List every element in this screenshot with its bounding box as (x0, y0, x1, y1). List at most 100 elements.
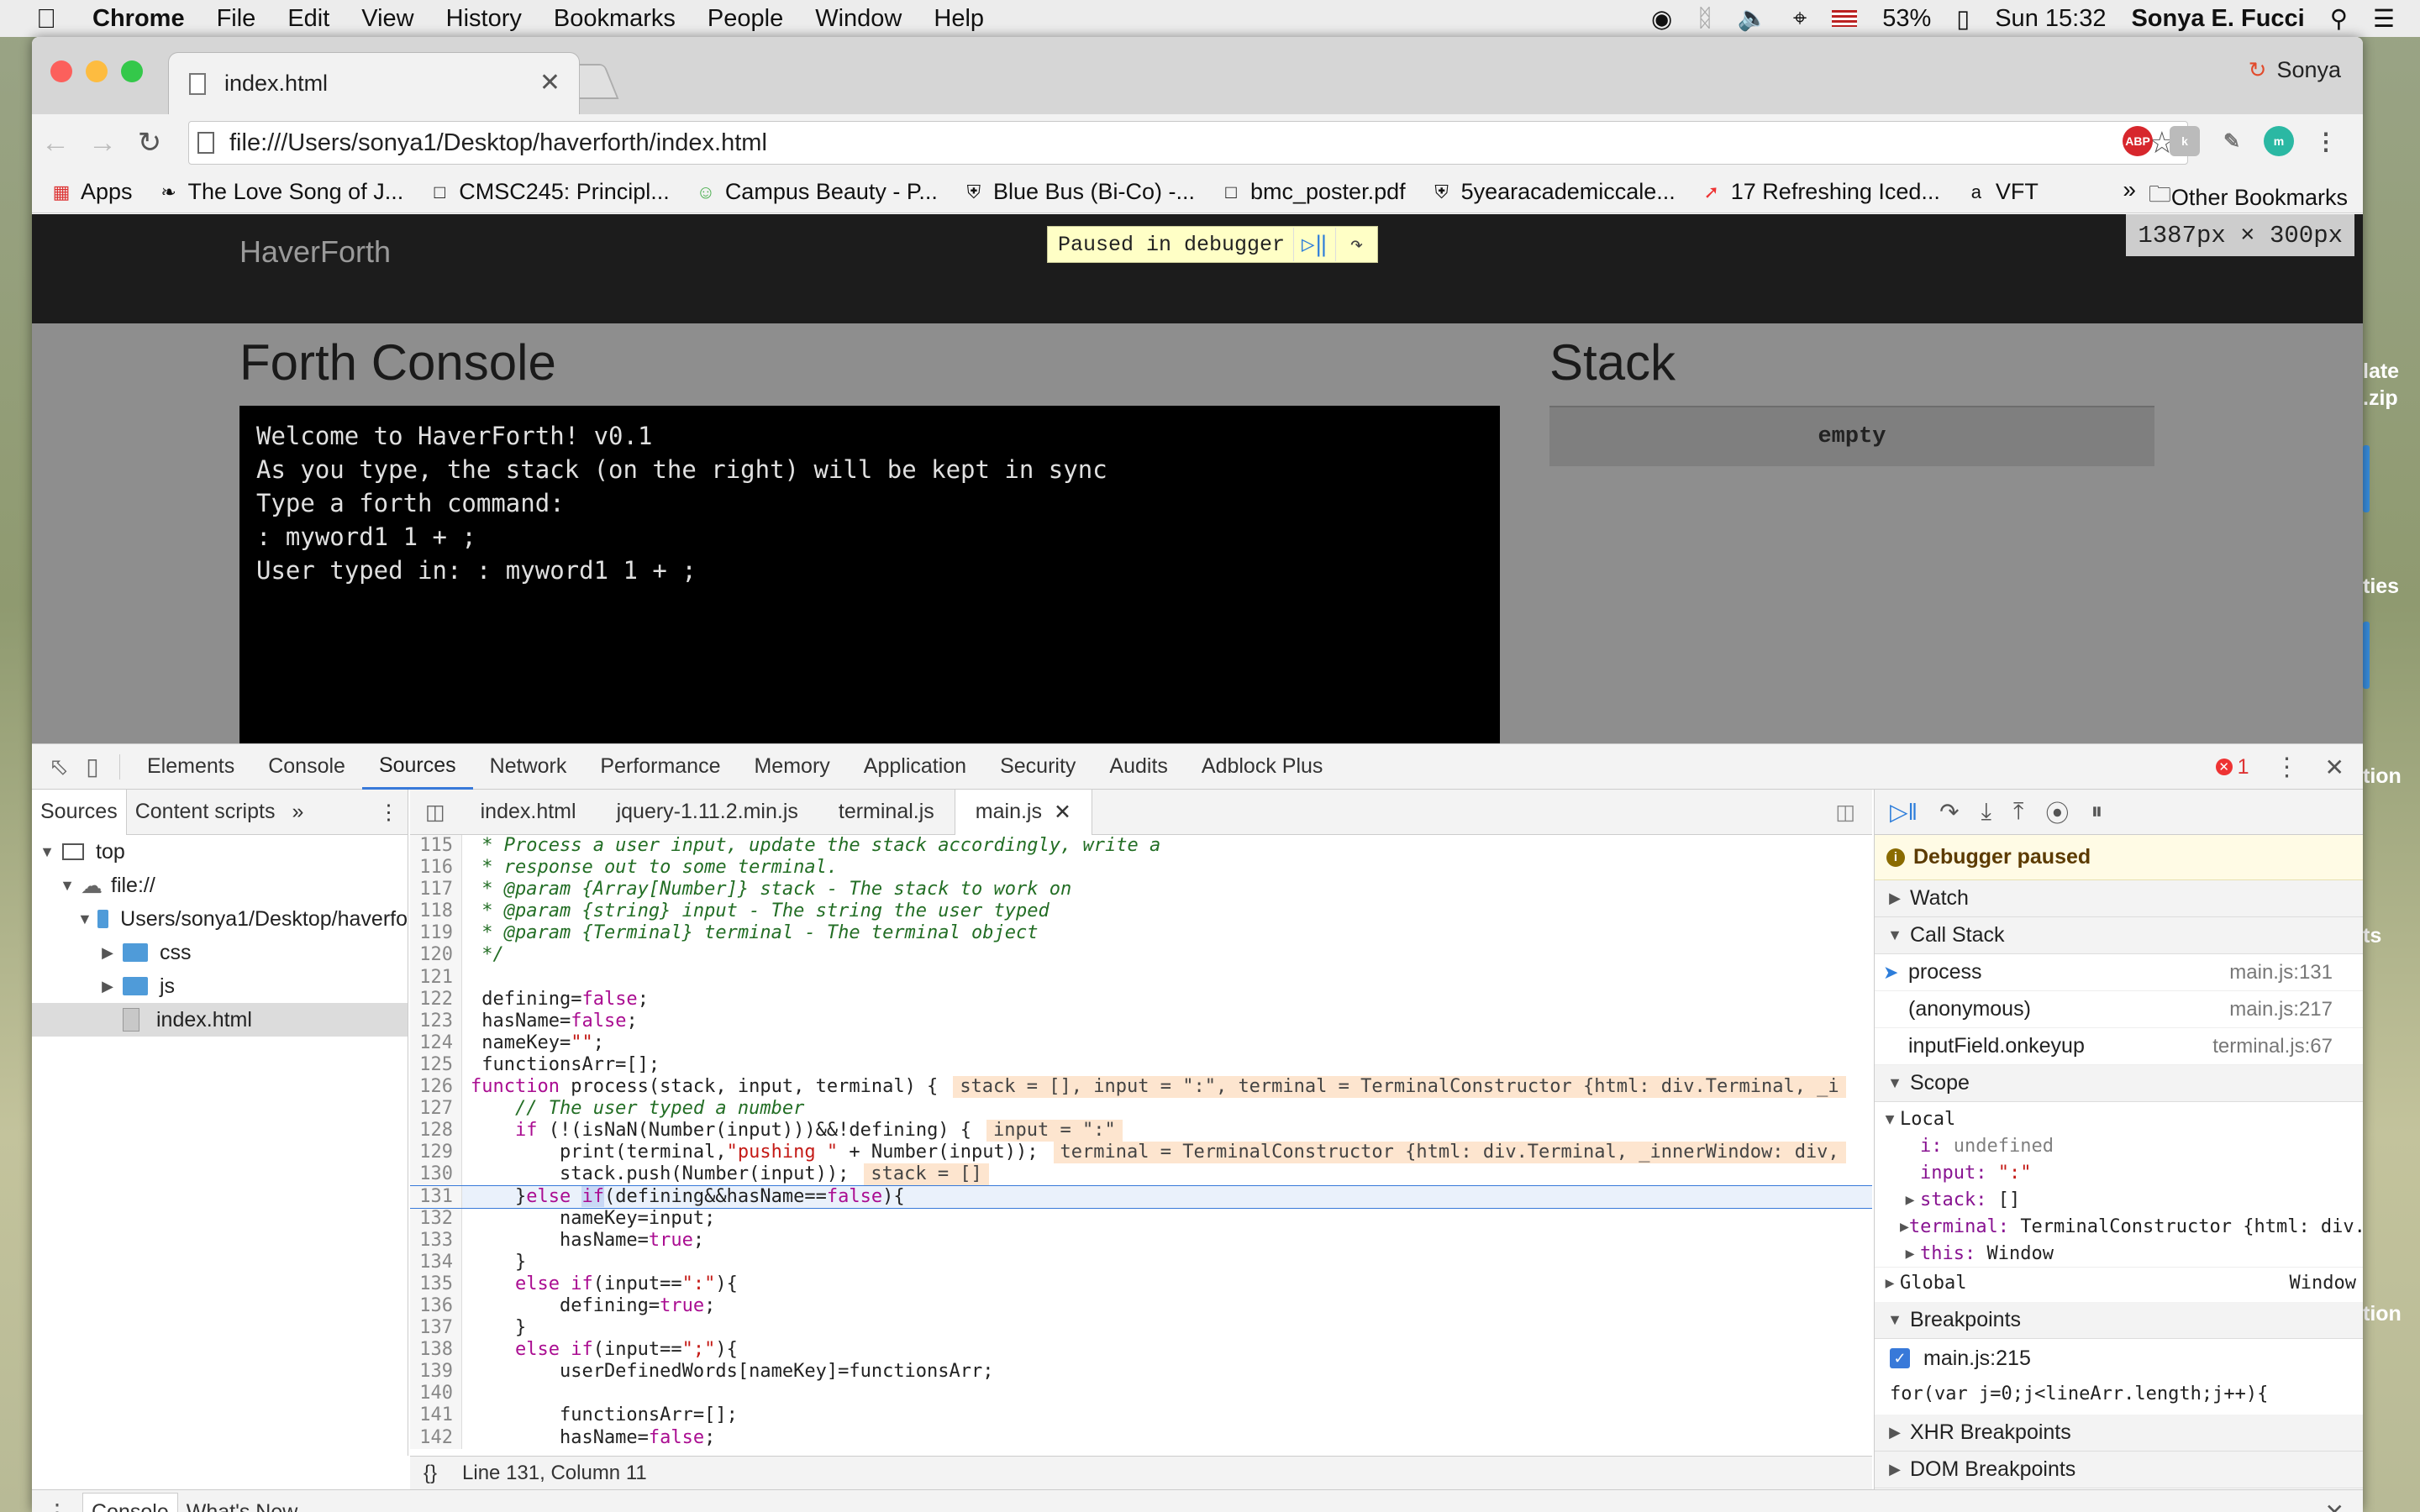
address-bar[interactable]: file:///Users/sonya1/Desktop/haverforth/… (188, 121, 2188, 165)
bookmark-item[interactable]: □ bmc_poster.pdf (1220, 179, 1405, 205)
more-tabs-icon[interactable]: » (283, 790, 312, 835)
bookmark-apps[interactable]: ▦ Apps (50, 179, 133, 205)
extension-icon[interactable]: k (2170, 126, 2200, 156)
menu-people[interactable]: People (708, 5, 783, 33)
tab-memory[interactable]: Memory (737, 744, 846, 790)
tree-item-js[interactable]: ▶ js (32, 969, 408, 1003)
tab-adblock-plus[interactable]: Adblock Plus (1185, 744, 1340, 790)
breakpoint-entry[interactable]: ✓ main.js:215 (1875, 1339, 2363, 1378)
menu-help[interactable]: Help (934, 5, 984, 33)
close-drawer-icon[interactable]: ✕ (2325, 1499, 2344, 1512)
forth-terminal[interactable]: Welcome to HaverForth! v0.1 As you type,… (239, 406, 1500, 743)
tab-content-scripts[interactable]: Content scripts (127, 790, 284, 835)
call-frame[interactable]: inputField.onkeyup terminal.js:67 (1875, 1028, 2363, 1065)
menu-file[interactable]: File (217, 5, 256, 33)
navigator-menu-icon[interactable]: ⋮ (370, 790, 408, 835)
editor-tab-main-js[interactable]: main.js ✕ (954, 789, 1092, 835)
section-call-stack[interactable]: ▼ Call Stack (1875, 917, 2363, 954)
adblock-plus-icon[interactable]: ABP (2123, 126, 2153, 156)
editor-tab-terminal-js[interactable]: terminal.js (818, 790, 955, 835)
forward-icon[interactable]: → (79, 127, 126, 160)
tree-item-index-html[interactable]: index.html (32, 1003, 408, 1037)
scope-global[interactable]: ▶ Global Window (1875, 1267, 2363, 1299)
tree-item-origin[interactable]: ▼ ☁ file:// (32, 869, 408, 902)
tab-sources[interactable]: Sources (361, 744, 473, 790)
scope-local[interactable]: ▼ Local (1875, 1105, 2363, 1132)
volume-icon[interactable]: 🔈 (1738, 4, 1768, 33)
brand[interactable]: HaverForth (239, 234, 391, 270)
toggle-navigator-icon[interactable]: ◫ (410, 790, 460, 835)
menu-window[interactable]: Window (815, 5, 902, 33)
eyedropper-icon[interactable]: ✎ (2217, 126, 2247, 156)
scope-var[interactable]: ▶ terminal: TerminalConstructor {html: di… (1875, 1213, 2363, 1240)
zoom-window-icon[interactable] (121, 60, 143, 82)
notification-center-icon[interactable]: ☰ (2373, 4, 2395, 34)
clock[interactable]: Sun 15:32 (1995, 5, 2106, 33)
battery-percent[interactable]: 53% (1882, 5, 1931, 33)
minimize-window-icon[interactable] (86, 60, 108, 82)
spotlight-icon[interactable]: ⚲ (2330, 4, 2348, 34)
bookmark-item[interactable]: ⛨ 5yearacademiccale... (1431, 179, 1675, 205)
battery-icon[interactable]: ▯ (1956, 4, 1970, 34)
deactivate-breakpoints-icon[interactable]: ⦿ (2045, 795, 2069, 829)
scope-var[interactable]: ▶ this: Window (1875, 1240, 2363, 1267)
editor-tab-index-html[interactable]: index.html (460, 790, 597, 835)
checkbox-checked-icon[interactable]: ✓ (1890, 1348, 1910, 1368)
other-bookmarks[interactable]: 🗀 Other Bookmarks (2149, 178, 2348, 217)
user-name[interactable]: Sonya E. Fucci (2131, 5, 2304, 33)
drawer-tab-whats-new[interactable]: What's New (178, 1493, 307, 1512)
drawer-tab-console[interactable]: Console (82, 1492, 178, 1512)
tab-audits[interactable]: Audits (1092, 744, 1184, 790)
scope-var[interactable]: input: ":" (1875, 1159, 2363, 1186)
menu-edit[interactable]: Edit (287, 5, 329, 33)
tree-item-folder[interactable]: ▼ Users/sonya1/Desktop/haverfo (32, 902, 408, 936)
call-frame[interactable]: ➤ process main.js:131 (1875, 954, 2363, 991)
tree-item-css[interactable]: ▶ css (32, 936, 408, 969)
pretty-print-icon[interactable]: {} (424, 1462, 437, 1485)
bookmark-item[interactable]: a VFT (1965, 179, 2039, 205)
bookmark-item[interactable]: ➚ 17 Refreshing Iced... (1701, 179, 1940, 205)
bookmark-item[interactable]: ⛨ Blue Bus (Bi-Co) -... (963, 179, 1195, 205)
drawer-menu-icon[interactable]: ⋮ (32, 1499, 82, 1512)
browser-tab[interactable]: index.html ✕ (168, 52, 580, 114)
section-xhr-breakpoints[interactable]: ▶ XHR Breakpoints (1875, 1415, 2363, 1452)
resume-icon[interactable]: ▷‖ (1293, 228, 1335, 261)
step-into-icon[interactable]: ⤓ (1981, 798, 1991, 826)
tab-sources-navigator[interactable]: Sources (32, 789, 127, 835)
tab-network[interactable]: Network (473, 744, 584, 790)
step-out-icon[interactable]: ⤒ (2013, 798, 2023, 826)
tab-elements[interactable]: Elements (130, 744, 251, 790)
frame-location[interactable]: main.js:131 (2229, 961, 2333, 984)
frame-location[interactable]: main.js:217 (2229, 998, 2333, 1021)
close-tab-icon[interactable]: ✕ (1054, 800, 1071, 825)
menu-view[interactable]: View (361, 5, 413, 33)
error-counter[interactable]: ✕ 1 (2215, 755, 2249, 780)
source-code[interactable]: 115 * Process a user input, update the s… (410, 835, 1872, 1456)
section-watch[interactable]: ▶ Watch (1875, 880, 2363, 917)
tab-security[interactable]: Security (983, 744, 1092, 790)
frame-location[interactable]: terminal.js:67 (2212, 1035, 2333, 1058)
menu-app-name[interactable]: Chrome (92, 5, 185, 33)
resume-icon[interactable]: ▷‖ (1890, 798, 1918, 826)
bluetooth-icon[interactable]: ᛥ (1697, 5, 1712, 33)
tab-application[interactable]: Application (847, 744, 983, 790)
step-over-icon[interactable]: ↷ (1335, 228, 1377, 261)
device-toolbar-icon[interactable]: ▯ (76, 753, 109, 780)
creative-cloud-icon[interactable]: ◉ (1651, 4, 1672, 34)
back-icon[interactable]: ← (32, 127, 79, 160)
us-flag-icon[interactable] (1832, 10, 1858, 27)
section-breakpoints[interactable]: ▼ Breakpoints (1875, 1302, 2363, 1339)
more-bookmarks-icon[interactable]: » (2123, 176, 2136, 203)
devtools-menu-icon[interactable]: ⋮ (2275, 753, 2300, 782)
tab-console[interactable]: Console (251, 744, 362, 790)
inspect-element-icon[interactable]: ⬁ (42, 753, 76, 780)
section-scope[interactable]: ▼ Scope (1875, 1065, 2363, 1102)
m-extension-icon[interactable]: m (2264, 126, 2294, 156)
menu-dots-icon[interactable]: ⋮ (2311, 126, 2341, 156)
call-frame[interactable]: (anonymous) main.js:217 (1875, 991, 2363, 1028)
bookmark-item[interactable]: □ CMSC245: Principl... (429, 179, 670, 205)
editor-tab-jquery[interactable]: jquery-1.11.2.min.js (597, 790, 818, 835)
bookmark-item[interactable]: ☺ Campus Beauty - P... (695, 179, 938, 205)
menu-history[interactable]: History (446, 5, 522, 33)
toggle-debugger-icon[interactable]: ◫ (1835, 800, 1872, 825)
